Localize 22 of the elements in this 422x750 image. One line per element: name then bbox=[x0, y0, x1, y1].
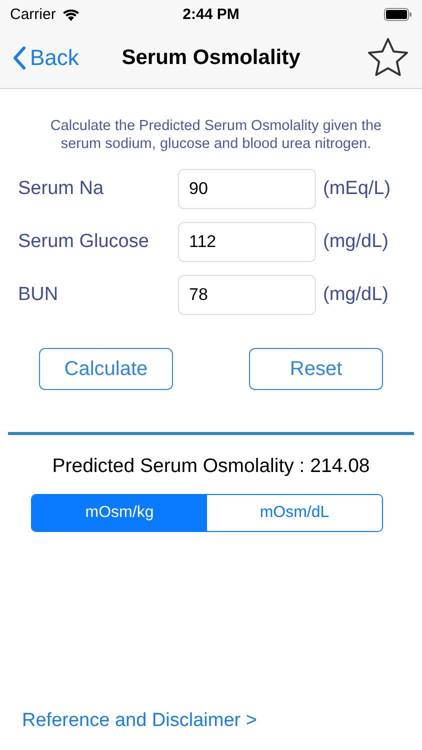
unit-label: (mg/dL) bbox=[323, 231, 388, 253]
reset-button[interactable]: Reset bbox=[249, 348, 383, 390]
field-label: BUN bbox=[17, 284, 60, 306]
unit-segment[interactable]: mOsm/kg bbox=[32, 495, 207, 531]
wifi-icon bbox=[62, 8, 80, 20]
back-button[interactable]: Back bbox=[12, 45, 79, 71]
input-field[interactable]: 78 bbox=[178, 275, 316, 315]
calculate-button[interactable]: Calculate bbox=[39, 348, 173, 390]
battery-icon bbox=[384, 8, 412, 20]
input-field[interactable]: 90 bbox=[178, 169, 316, 209]
carrier-name: Carrier bbox=[10, 6, 56, 22]
chevron-icon bbox=[12, 46, 26, 70]
unit-label: (mg/dL) bbox=[323, 284, 388, 306]
field-label: Serum Glucose bbox=[17, 231, 150, 253]
reference-link[interactable]: Reference and Disclaimer > bbox=[22, 710, 257, 732]
unit-label: (mEq/L) bbox=[323, 178, 391, 200]
clock-time: 2:44 PM bbox=[182, 6, 240, 22]
result-text: Predicted Serum Osmolality : 214.08 bbox=[51, 455, 371, 478]
description-text: Calculate the Predicted Serum Osmolality given the serum sodium, glucose and blood urea nitrogen. bbox=[49, 117, 383, 153]
input-field[interactable]: 112 bbox=[178, 222, 316, 262]
screen-title: Serum Osmolality bbox=[122, 46, 300, 69]
field-label: Serum Na bbox=[17, 178, 105, 200]
